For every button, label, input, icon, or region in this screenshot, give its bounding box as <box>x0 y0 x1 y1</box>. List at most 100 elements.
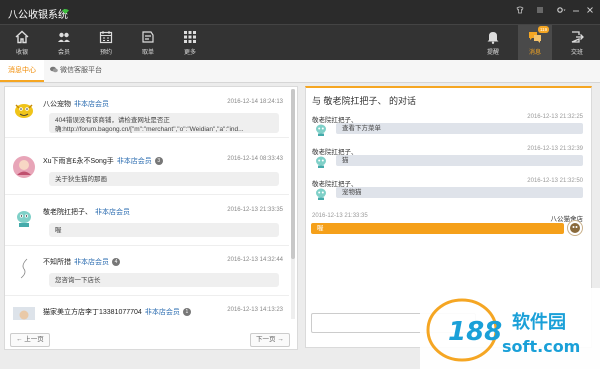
own-message-bubble: 喔 <box>311 223 564 234</box>
conversation-time: 2016-12-14 18:24:13 <box>227 99 283 105</box>
toolbar-cashier-button[interactable]: 收银 <box>5 25 39 61</box>
bell-icon <box>487 32 499 44</box>
conversation-name: 不知所措 非本店会员 4 <box>43 257 120 267</box>
toolbar-label: 消息 <box>528 50 541 56</box>
toolbar-messages-button[interactable]: 119 消息 <box>518 25 552 61</box>
watermark-domain: soft.com <box>502 337 580 356</box>
toolbar-label: 提醒 <box>486 50 499 56</box>
message-preview: 关于狄生猫的那画 <box>49 172 279 186</box>
toolbar-more-button[interactable]: 更多 <box>173 25 207 61</box>
wifi-icon <box>62 9 69 14</box>
cartoon-avatar <box>316 124 326 136</box>
unread-badge: 4 <box>112 258 120 266</box>
calendar-icon <box>99 31 113 44</box>
preview-line: 确:http://forum.bagong.cn/["m":"merchant"… <box>55 126 244 133</box>
grid-icon <box>184 31 196 43</box>
site-watermark: 188 软件园 soft.com <box>420 288 600 369</box>
message-bubble: 猫 <box>336 155 583 166</box>
conversation-list: 八公宠物 非本店会员 2016-12-14 18:24:13 404错误没有该商铺… <box>5 87 289 320</box>
next-page-button[interactable]: 下一页 → <box>250 333 290 347</box>
menu-icon[interactable] <box>536 6 544 16</box>
message-time: 2016-12-13 21:33:35 <box>312 213 368 219</box>
sketch-avatar <box>20 258 28 279</box>
conversation-item[interactable]: 八公宠物 非本店会员 2016-12-14 18:24:13 404错误没有该商铺… <box>5 87 289 138</box>
title-bar: 八公收银系统 <box>0 0 600 24</box>
watermark-number: 188 <box>448 317 502 347</box>
app-title: 八公收银系统 <box>8 10 68 21</box>
unread-badge: 1 <box>182 308 191 316</box>
toolbar-label: 预约 <box>99 50 112 56</box>
conversation-name: 猫家美立方店李丁13381077704 非本店会员 1 <box>43 307 191 317</box>
toolbar-members-button[interactable]: 会员 <box>47 25 81 61</box>
toolbar-label: 收银 <box>15 50 28 56</box>
contact-name: 敬老院扛把子、 <box>43 209 92 216</box>
scrollbar-thumb[interactable] <box>291 89 295 259</box>
home-icon <box>15 30 29 44</box>
conversation-time: 2016-12-13 21:33:35 <box>227 207 283 213</box>
tab-wechat-service[interactable]: 微信客服平台 <box>50 60 102 82</box>
toolbar-label: 会员 <box>57 50 70 56</box>
member-tag: 非本店会员 <box>95 209 130 216</box>
conversation-item[interactable]: Xu下雨言£永不Song手 非本店会员 3 2016-12-14 08:33:43 … <box>5 144 289 195</box>
member-tag: 非本店会员 <box>144 309 180 316</box>
unread-badge: 3 <box>154 157 163 165</box>
person-avatar <box>13 307 35 320</box>
main-toolbar: 收银 会员 预约 取单 更多 提醒 119 消息 交班 <box>0 24 600 61</box>
dog-logo-avatar <box>15 104 33 118</box>
toolbar-shift-button[interactable]: 交班 <box>560 25 594 61</box>
conversation-item[interactable]: 不知所措 非本店会员 4 2016-12-13 14:32:44 您咨询一下店长 <box>5 245 289 296</box>
conversation-item[interactable]: 敬老院扛把子、 非本店会员 2016-12-13 21:33:35 喔 <box>5 195 289 246</box>
member-tag: 非本店会员 <box>74 259 109 266</box>
members-icon <box>58 32 70 42</box>
conversation-time: 2016-12-13 14:13:23 <box>227 307 283 313</box>
cartoon-avatar <box>316 188 326 200</box>
conversation-name: Xu下雨言£永不Song手 非本店会员 3 <box>43 156 163 166</box>
message-bubble: 宠物猫 <box>336 187 583 198</box>
shirt-icon[interactable] <box>516 6 524 16</box>
message-count-badge: 119 <box>538 26 550 33</box>
chat-title: 与 敬老院扛把子、 的对话 <box>312 96 417 106</box>
cartoon-avatar <box>316 156 326 168</box>
message-preview: 您咨询一下店长 <box>49 273 279 287</box>
conversation-name: 八公宠物 非本店会员 <box>43 99 109 109</box>
message-preview: 404错误没有该商铺，请检查网址是否正 确:http://forum.bagon… <box>49 113 279 133</box>
own-message: 2016-12-13 21:33:35 八公猫舍店 喔 <box>306 211 591 241</box>
conversation-time: 2016-12-13 14:32:44 <box>227 257 283 263</box>
message-time: 2016-12-13 21:32:25 <box>527 114 583 120</box>
tab-label: 微信客服平台 <box>59 67 102 74</box>
prev-page-button[interactable]: ← 上一页 <box>10 333 50 347</box>
toolbar-reminder-button[interactable]: 提醒 <box>476 25 510 61</box>
toolbar-label: 交班 <box>570 50 583 56</box>
conversation-time: 2016-12-14 08:33:43 <box>227 156 283 162</box>
store-avatar <box>567 220 583 236</box>
cartoon-avatar <box>17 211 31 227</box>
preview-line: 喔 <box>55 227 62 234</box>
message-time: 2016-12-13 21:32:39 <box>527 146 583 152</box>
settings-icon[interactable] <box>556 6 566 16</box>
toolbar-label: 取单 <box>141 50 154 56</box>
tab-message-center[interactable]: 消息中心 <box>0 60 44 82</box>
preview-line: 关于狄生猫的那画 <box>55 176 107 183</box>
minimize-button[interactable] <box>572 6 580 16</box>
conversation-panel: 八公宠物 非本店会员 2016-12-14 18:24:13 404错误没有该商铺… <box>4 86 298 350</box>
message-time: 2016-12-13 21:32:50 <box>527 178 583 184</box>
watermark-brand: 软件园 <box>512 311 566 333</box>
pickup-order-icon <box>142 31 154 43</box>
close-button[interactable] <box>586 6 594 16</box>
conversation-item[interactable]: 猫家美立方店李丁13381077704 非本店会员 1 2016-12-13 14:… <box>5 295 289 320</box>
toolbar-pickup-button[interactable]: 取单 <box>131 25 165 61</box>
message-preview: 喔 <box>49 223 279 237</box>
contact-name: Xu下雨言£永不Song手 <box>43 158 114 165</box>
toolbar-booking-button[interactable]: 预约 <box>89 25 123 61</box>
contact-name: 不知所措 <box>43 259 71 266</box>
toolbar-label: 更多 <box>183 50 196 56</box>
shift-icon <box>571 31 584 43</box>
conversation-name: 敬老院扛把子、 非本店会员 <box>43 207 130 217</box>
contact-name: 八公宠物 <box>43 101 71 108</box>
conversation-scrollbar[interactable] <box>291 89 295 319</box>
preview-line: 404错误没有该商铺，请检查网址是否正 <box>55 117 170 124</box>
preview-line: 您咨询一下店长 <box>55 277 101 284</box>
user-avatar <box>13 156 35 178</box>
wechat-icon <box>50 66 58 73</box>
member-tag: 非本店会员 <box>74 101 109 108</box>
